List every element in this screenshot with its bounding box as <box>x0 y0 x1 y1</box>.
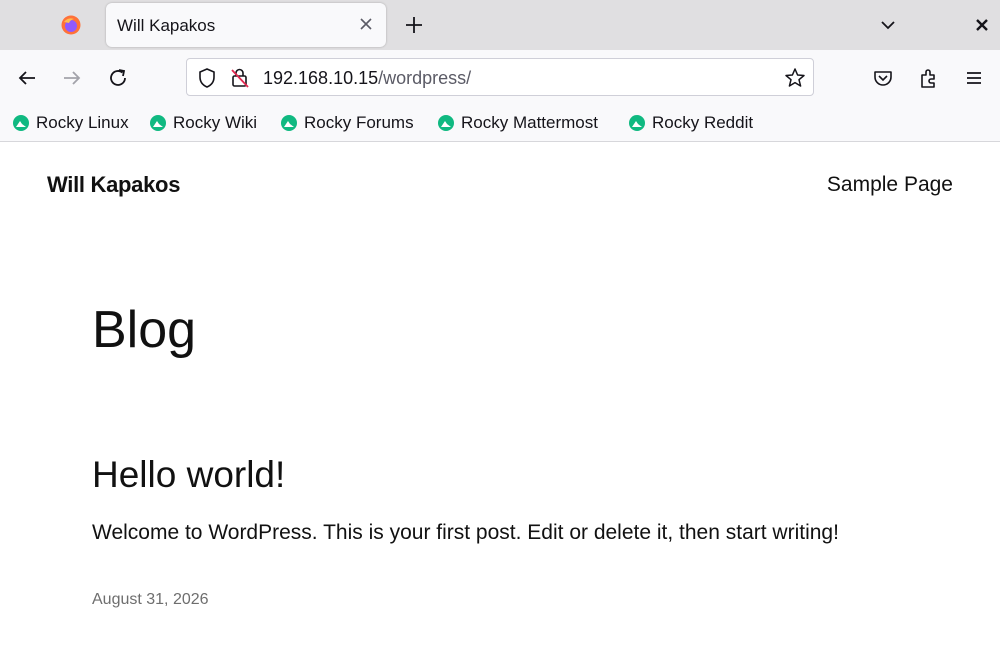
rocky-logo-icon <box>281 115 297 131</box>
rocky-logo-icon <box>150 115 166 131</box>
nav-sample-page[interactable]: Sample Page <box>827 173 953 197</box>
menu-icon[interactable] <box>962 66 986 90</box>
reload-icon[interactable] <box>106 66 130 90</box>
bookmark-label: Rocky Wiki <box>173 113 258 132</box>
pocket-icon[interactable] <box>871 66 895 90</box>
active-tab[interactable]: Will Kapakos <box>106 3 386 47</box>
bookmark-rocky-mattermost[interactable]: Rocky Mattermost <box>437 112 598 134</box>
url-text[interactable]: 192.168.10.15/wordpress/ <box>263 68 471 89</box>
back-icon[interactable] <box>15 66 39 90</box>
window-close-icon[interactable] <box>970 13 994 37</box>
bookmark-rocky-forums[interactable]: Rocky Forums <box>280 112 414 134</box>
site-title-link[interactable]: Will Kapakos <box>47 172 180 198</box>
post-title-link[interactable]: Hello world! <box>92 454 285 496</box>
tab-title: Will Kapakos <box>117 16 216 35</box>
bookmark-label: Rocky Linux <box>36 113 129 132</box>
close-tab-icon[interactable] <box>356 14 376 34</box>
rocky-logo-icon <box>629 115 645 131</box>
extensions-icon[interactable] <box>917 66 941 90</box>
page-title: Blog <box>92 301 197 359</box>
new-tab-icon[interactable] <box>402 13 426 37</box>
url-path: /wordpress/ <box>378 68 472 88</box>
bookmark-label: Rocky Mattermost <box>461 113 598 132</box>
bookmark-rocky-reddit[interactable]: Rocky Reddit <box>628 112 753 134</box>
chevron-down-icon[interactable] <box>876 13 900 37</box>
bookmark-label: Rocky Forums <box>304 113 414 132</box>
post-excerpt: Welcome to WordPress. This is your first… <box>92 521 839 544</box>
post-date[interactable]: August 31, 2026 <box>92 591 209 609</box>
url-host: 192.168.10.15 <box>263 68 379 88</box>
rocky-logo-icon <box>438 115 454 131</box>
firefox-icon[interactable] <box>60 14 82 36</box>
bookmark-star-icon[interactable] <box>784 67 806 89</box>
insecure-lock-icon[interactable] <box>229 67 251 89</box>
bookmark-rocky-wiki[interactable]: Rocky Wiki <box>149 112 257 134</box>
rocky-logo-icon <box>13 115 29 131</box>
address-bar[interactable]: 192.168.10.15/wordpress/ <box>186 58 814 96</box>
shield-icon[interactable] <box>196 67 218 89</box>
forward-icon[interactable] <box>60 66 84 90</box>
bookmark-label: Rocky Reddit <box>652 113 754 132</box>
bookmark-rocky-linux[interactable]: Rocky Linux <box>12 112 129 134</box>
